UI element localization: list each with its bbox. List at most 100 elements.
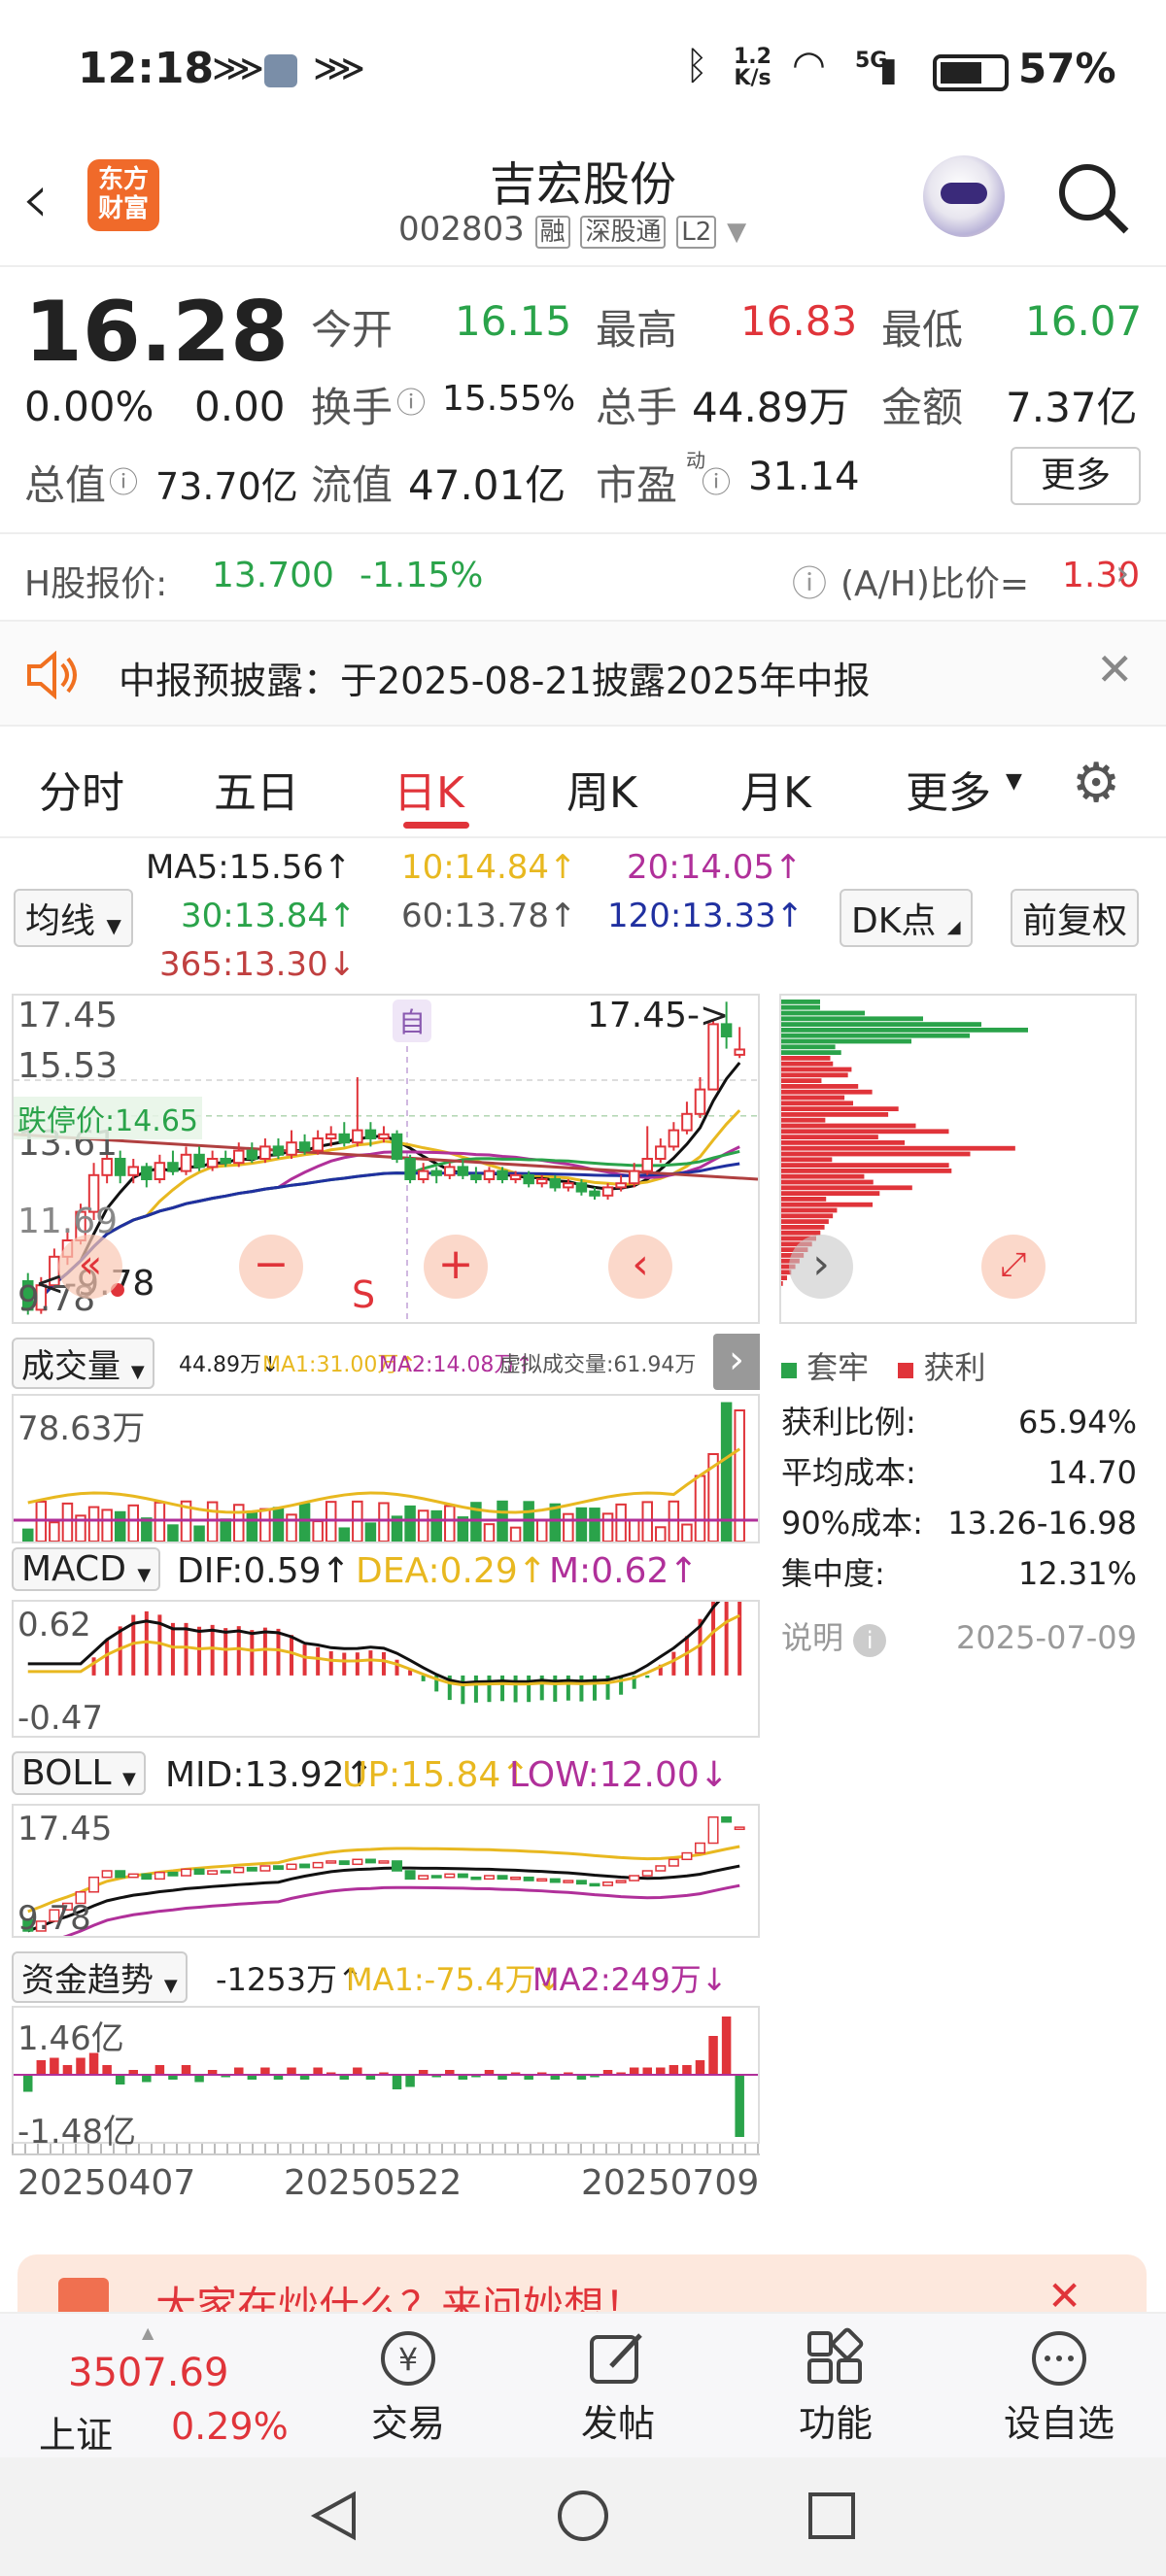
candle-body (220, 1158, 231, 1165)
fund-bar (353, 2067, 362, 2075)
chip-bar (781, 1117, 826, 1123)
bottom-nav: ▲ 3507.69 上证 0.29% ¥ 交易 发帖 功能 设自选 (0, 2312, 1166, 2457)
hshare-change: -1.15% (360, 556, 484, 595)
boll-candle (338, 1860, 350, 1866)
boll-candle (286, 1863, 297, 1871)
amount-label: 金额 (881, 384, 964, 431)
boll-candle (444, 1873, 456, 1879)
fund-ma1: MA1:-75.4万↓ (346, 1961, 563, 1998)
volume-bar (49, 1521, 60, 1542)
volume-bar (483, 1523, 496, 1542)
volume-bar (259, 1508, 271, 1542)
chip-bar (781, 1197, 827, 1202)
chip-bar (781, 1225, 825, 1230)
nav-home-icon[interactable] (556, 2489, 610, 2543)
volume-bar (141, 1517, 153, 1542)
candle-body (193, 1153, 205, 1169)
quote-panel: 16.28 0.00% 0.00 总值 ⓘ 73.70亿 今开 16.15 最高… (0, 268, 1166, 530)
dropdown-icon[interactable]: ▼ (727, 218, 746, 247)
chip-bar (781, 1169, 952, 1173)
tab-daily-k[interactable]: 日K (394, 758, 464, 820)
chevron-right-icon[interactable]: › (789, 1235, 853, 1299)
ma-selector[interactable]: 均线 ▼ (14, 889, 133, 947)
expand-panel-icon[interactable]: › (713, 1334, 760, 1390)
nav-post[interactable]: 发帖 (560, 2327, 676, 2447)
robot-avatar-icon[interactable] (923, 155, 1005, 237)
fund-bar (313, 2067, 323, 2075)
candle-body (430, 1169, 442, 1176)
zoom-out-icon[interactable]: − (239, 1235, 303, 1299)
question-icon[interactable]: ⓘ (792, 556, 827, 606)
high-marker: 17.45-> (587, 996, 730, 1035)
volume-selector[interactable]: 成交量 ▼ (12, 1338, 154, 1389)
expand-icon[interactable]: ⤢ (981, 1235, 1046, 1299)
boll-candle (536, 1878, 548, 1882)
candle-body (655, 1145, 667, 1160)
macd-dif: DIF:0.59↑ (177, 1551, 351, 1591)
fast-back-icon[interactable]: « (58, 1235, 122, 1299)
boll-candle (483, 1875, 495, 1881)
tab-monthly-k[interactable]: 月K (740, 758, 811, 820)
index-ticker[interactable]: ▲ 3507.69 上证 0.29% (19, 2323, 330, 2457)
signal-icon: ▮ (879, 51, 898, 89)
status-bar: 12:18 ⋙ ⋙ ᛒ 1.2 K/s ◠ 5G ▮ 57% (0, 0, 1166, 146)
nav-back-icon[interactable] (307, 2489, 361, 2543)
notification-icon: ⋙ (212, 47, 265, 89)
adjust-button[interactable]: 前复权 (1011, 889, 1140, 947)
info-icon-2[interactable]: ⓘ (396, 379, 426, 422)
date-label: 20250709 (581, 2163, 760, 2203)
boll-candle (575, 1880, 587, 1885)
nav-recents-icon[interactable] (806, 2491, 857, 2541)
fund-bar (62, 2065, 73, 2075)
kline-panel[interactable]: 17.45 15.53 13.61 11.69 9.78 跌停价:14.65 自… (12, 994, 760, 1324)
chip-bar (781, 1050, 841, 1055)
candle-body (246, 1149, 258, 1161)
battery-icon (933, 54, 1009, 91)
search-icon[interactable] (1054, 159, 1132, 237)
ma5-legend: MA5:15.56↑ (146, 848, 352, 887)
nav-trade[interactable]: ¥ 交易 (350, 2327, 466, 2447)
open-value: 16.15 (455, 297, 572, 345)
hshare-row[interactable]: H股报价: 13.700 -1.15% ⓘ (A/H)比价= 1.30 › (0, 532, 1166, 622)
chip-note-row[interactable]: 说明 i 2025-07-09 (781, 1612, 1137, 1663)
ma30-legend: 30:13.84↑ (181, 897, 357, 935)
candle-body (641, 1158, 653, 1172)
tab-intraday[interactable]: 分时 (39, 758, 124, 820)
zoom-in-icon[interactable]: + (424, 1235, 488, 1299)
info-icon[interactable]: ⓘ (109, 458, 138, 501)
sell-signal-marker: S (352, 1273, 376, 1316)
amount-value: 7.37亿 (1006, 384, 1138, 431)
fund-bar (36, 2060, 47, 2075)
candle-body (127, 1166, 140, 1176)
nav-add-watchlist[interactable]: 设自选 (991, 2327, 1127, 2447)
tab-five-day[interactable]: 五日 (214, 758, 299, 820)
chevron-right-icon: › (1115, 554, 1130, 593)
nav-features[interactable]: 功能 (777, 2327, 894, 2447)
volume-bar (549, 1503, 562, 1542)
candle-body (668, 1129, 680, 1148)
settings-gear-icon[interactable]: ⚙ (1072, 752, 1120, 815)
volume-bar (615, 1503, 627, 1542)
dk-button[interactable]: DK点 ◢ (840, 889, 973, 947)
boll-candle (299, 1863, 311, 1869)
tab-more[interactable]: 更多 (906, 758, 991, 820)
volume-bar (61, 1502, 74, 1542)
trapped-swatch (781, 1363, 797, 1378)
macd-selector[interactable]: MACD ▼ (12, 1547, 161, 1591)
candle-body (681, 1112, 693, 1132)
candle-body (312, 1137, 324, 1152)
notice-bar[interactable]: 中报预披露：于2025-08-21披露2025年中报 ✕ (0, 622, 1166, 727)
fund-bar (142, 2075, 152, 2083)
macd-dea: DEA:0.29↑ (356, 1551, 547, 1591)
info-icon-3[interactable]: ⓘ (702, 458, 731, 501)
tab-weekly-k[interactable]: 周K (566, 758, 637, 820)
boll-selector[interactable]: BOLL ▼ (12, 1751, 146, 1795)
chip-distribution-panel[interactable]: › ⤢ (779, 994, 1137, 1324)
fund-trend-selector[interactable]: 资金趋势 ▼ (12, 1951, 188, 2003)
more-quote-button[interactable]: 更多 (1011, 447, 1141, 505)
volume-bar (589, 1508, 600, 1542)
close-icon[interactable]: ✕ (1096, 643, 1134, 695)
scroll-left-icon[interactable]: ‹ (608, 1235, 672, 1299)
fund-value: -1253万↑ (216, 1961, 363, 1998)
volume-bar (681, 1523, 693, 1542)
